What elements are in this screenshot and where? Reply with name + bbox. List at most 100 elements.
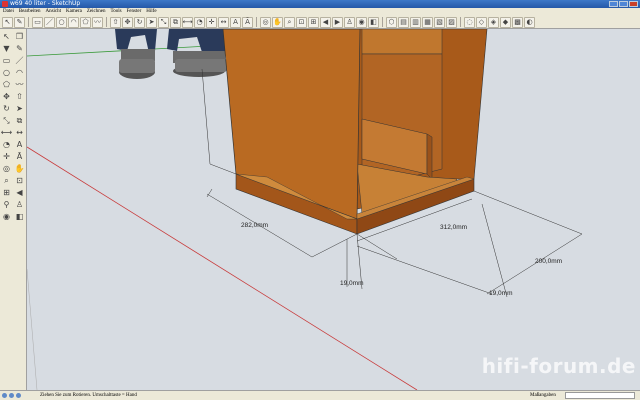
push-pull-icon[interactable]: ⇧ bbox=[14, 91, 25, 102]
previous-icon[interactable]: ◀ bbox=[14, 187, 25, 198]
freehand-icon[interactable]: 〰 bbox=[14, 79, 25, 90]
walk-icon[interactable]: ♙ bbox=[14, 199, 25, 210]
orbit-icon[interactable]: ◎ bbox=[260, 16, 271, 28]
menu-help[interactable]: Hilfe bbox=[146, 8, 156, 16]
eraser-icon[interactable]: ✎ bbox=[14, 16, 25, 28]
close-button[interactable] bbox=[629, 1, 638, 7]
component-icon[interactable]: ❒ bbox=[14, 31, 25, 42]
freehand-icon[interactable]: 〰 bbox=[92, 16, 103, 28]
dim-thickness-label-1[interactable]: 19,0mm bbox=[340, 280, 363, 287]
credits-icon[interactable] bbox=[9, 393, 14, 398]
sketchup-app-icon[interactable] bbox=[2, 1, 8, 7]
select-icon[interactable]: ↖ bbox=[1, 31, 12, 42]
menu-tools[interactable]: Tools bbox=[110, 8, 121, 16]
pan-icon[interactable]: ✋ bbox=[14, 163, 25, 174]
section-icon[interactable]: ◧ bbox=[14, 211, 25, 222]
position-camera-icon[interactable]: ⚲ bbox=[1, 199, 12, 210]
scale-figure bbox=[115, 29, 227, 79]
rotate-icon[interactable]: ↻ bbox=[134, 16, 145, 28]
minimize-button[interactable] bbox=[609, 1, 618, 7]
iso-view-icon[interactable]: ⬡ bbox=[386, 16, 397, 28]
polygon-icon[interactable]: ⬠ bbox=[80, 16, 91, 28]
maximize-button[interactable] bbox=[619, 1, 628, 7]
xray-icon[interactable]: ◌ bbox=[464, 16, 475, 28]
previous-view-icon[interactable]: ◀ bbox=[320, 16, 331, 28]
dim-height-label[interactable]: 200,0mm bbox=[535, 258, 562, 265]
dimension-icon[interactable]: ↔ bbox=[14, 127, 25, 138]
window-controls bbox=[609, 1, 638, 7]
move-icon[interactable]: ✥ bbox=[1, 91, 12, 102]
zoom-window-icon[interactable]: ⊡ bbox=[14, 175, 25, 186]
front-view-icon[interactable]: ▥ bbox=[410, 16, 421, 28]
circle-icon[interactable]: ○ bbox=[56, 16, 67, 28]
text-icon[interactable]: A bbox=[230, 16, 241, 28]
orbit-icon[interactable]: ◎ bbox=[1, 163, 12, 174]
rectangle-icon[interactable]: ▭ bbox=[1, 55, 12, 66]
zoom-icon[interactable]: ⌕ bbox=[1, 175, 12, 186]
protractor-icon[interactable]: ◔ bbox=[194, 16, 205, 28]
left-view-icon[interactable]: ▨ bbox=[446, 16, 457, 28]
arc-icon[interactable]: ◠ bbox=[68, 16, 79, 28]
user-icon[interactable] bbox=[16, 393, 21, 398]
drawing-viewport[interactable]: 282,0mm 312,0mm 200,0mm 19,0mm 19,0mm hi… bbox=[27, 29, 640, 390]
3d-text-icon[interactable]: Ā bbox=[242, 16, 253, 28]
menu-window[interactable]: Fenster bbox=[127, 8, 142, 16]
section-icon[interactable]: ◧ bbox=[368, 16, 379, 28]
dimension-icon[interactable]: ↔ bbox=[218, 16, 229, 28]
monochrome-icon[interactable]: ◐ bbox=[524, 16, 535, 28]
tape-icon[interactable]: ⟷ bbox=[1, 127, 12, 138]
model-canvas[interactable]: 282,0mm 312,0mm 200,0mm 19,0mm 19,0mm bbox=[27, 29, 640, 390]
push-pull-icon[interactable]: ⇧ bbox=[110, 16, 121, 28]
next-view-icon[interactable]: ▶ bbox=[332, 16, 343, 28]
top-view-icon[interactable]: ▤ bbox=[398, 16, 409, 28]
3d-text-icon[interactable]: Ā bbox=[14, 151, 25, 162]
scale-icon[interactable]: ⤡ bbox=[1, 115, 12, 126]
scale-icon[interactable]: ⤡ bbox=[158, 16, 169, 28]
paint-icon[interactable]: ▼ bbox=[1, 43, 12, 54]
zoom-window-icon[interactable]: ⊡ bbox=[296, 16, 307, 28]
arc-icon[interactable]: ◠ bbox=[14, 67, 25, 78]
status-bar: Ziehen Sie zum Rotieren. Umschalttaste =… bbox=[0, 390, 640, 400]
pan-icon[interactable]: ✋ bbox=[272, 16, 283, 28]
follow-me-icon[interactable]: ➤ bbox=[14, 103, 25, 114]
protractor-icon[interactable]: ◔ bbox=[1, 139, 12, 150]
axes-icon[interactable]: ✛ bbox=[206, 16, 217, 28]
geo-location-icon[interactable] bbox=[2, 393, 7, 398]
offset-icon[interactable]: ⧉ bbox=[14, 115, 25, 126]
axes-icon[interactable]: ✛ bbox=[1, 151, 12, 162]
zoom-extents-icon[interactable]: ⊞ bbox=[1, 187, 12, 198]
menu-file[interactable]: Datei bbox=[3, 8, 14, 16]
zoom-icon[interactable]: ⌕ bbox=[284, 16, 295, 28]
line-icon[interactable]: ／ bbox=[14, 55, 25, 66]
move-icon[interactable]: ✥ bbox=[122, 16, 133, 28]
tape-icon[interactable]: ⟷ bbox=[182, 16, 193, 28]
dim-thickness-label-2[interactable]: 19,0mm bbox=[489, 290, 512, 297]
rectangle-icon[interactable]: ▭ bbox=[32, 16, 43, 28]
menu-draw[interactable]: Zeichnen bbox=[87, 8, 106, 16]
dim-depth-label[interactable]: 312,0mm bbox=[440, 224, 467, 231]
eraser-icon[interactable]: ✎ bbox=[14, 43, 25, 54]
textured-icon[interactable]: ▩ bbox=[512, 16, 523, 28]
look-around-icon[interactable]: ◉ bbox=[1, 211, 12, 222]
look-around-icon[interactable]: ◉ bbox=[356, 16, 367, 28]
right-view-icon[interactable]: ▦ bbox=[422, 16, 433, 28]
shaded-icon[interactable]: ◆ bbox=[500, 16, 511, 28]
hidden-line-icon[interactable]: ◈ bbox=[488, 16, 499, 28]
menu-camera[interactable]: Kamera bbox=[66, 8, 82, 16]
polygon-icon[interactable]: ⬠ bbox=[1, 79, 12, 90]
dim-width-label[interactable]: 282,0mm bbox=[241, 222, 268, 229]
offset-icon[interactable]: ⧉ bbox=[170, 16, 181, 28]
follow-me-icon[interactable]: ➤ bbox=[146, 16, 157, 28]
zoom-extents-icon[interactable]: ⊞ bbox=[308, 16, 319, 28]
rotate-icon[interactable]: ↻ bbox=[1, 103, 12, 114]
menu-view[interactable]: Ansicht bbox=[45, 8, 61, 16]
line-icon[interactable]: ／ bbox=[44, 16, 55, 28]
circle-icon[interactable]: ○ bbox=[1, 67, 12, 78]
measurements-input[interactable] bbox=[565, 392, 635, 399]
wireframe-icon[interactable]: ◇ bbox=[476, 16, 487, 28]
select-icon[interactable]: ↖ bbox=[2, 16, 13, 28]
back-view-icon[interactable]: ▧ bbox=[434, 16, 445, 28]
walk-icon[interactable]: ♙ bbox=[344, 16, 355, 28]
text-icon[interactable]: A bbox=[14, 139, 25, 150]
menu-edit[interactable]: Bearbeiten bbox=[19, 8, 41, 16]
